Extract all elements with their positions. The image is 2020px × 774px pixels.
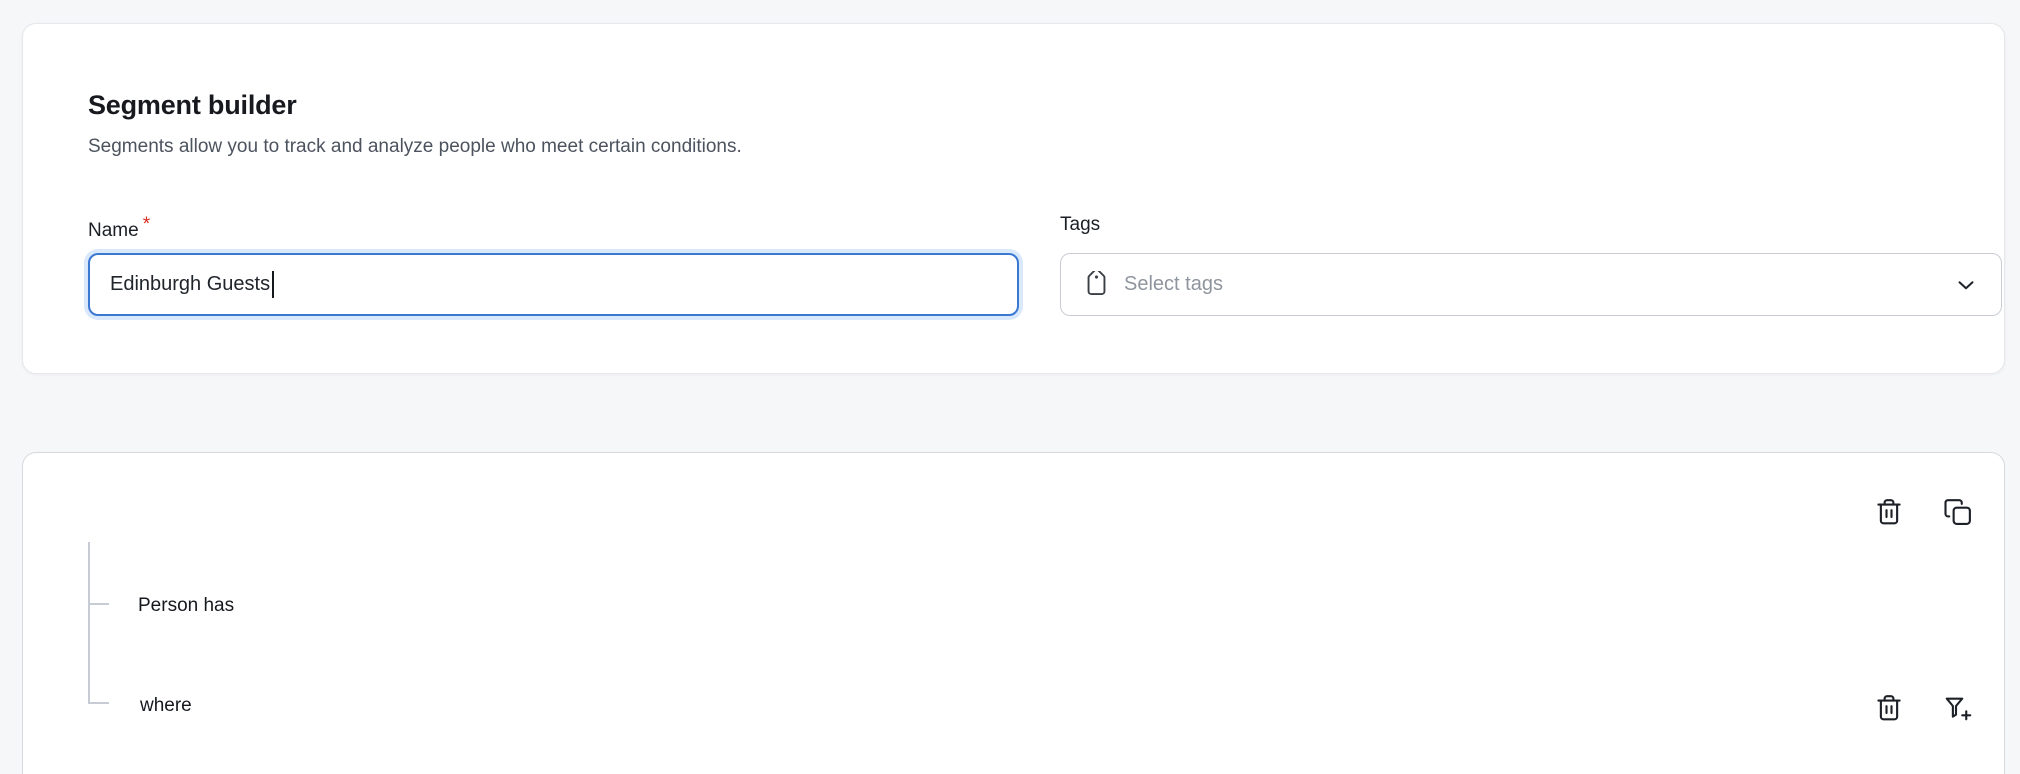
- condition-card: What someone has done (or not done): [22, 452, 2005, 774]
- trash-icon: [1874, 693, 1904, 723]
- tags-select[interactable]: Select tags: [1060, 253, 2002, 316]
- delete-condition-button[interactable]: [1872, 495, 1906, 529]
- name-label: Name*: [88, 214, 150, 242]
- event-row-prefix: Person has: [138, 595, 234, 617]
- required-asterisk: *: [143, 214, 150, 235]
- segment-builder-page: Segment builder Segments allow you to tr…: [0, 0, 2020, 774]
- add-filter-button[interactable]: [1941, 691, 1975, 725]
- delete-filter-button[interactable]: [1872, 691, 1906, 725]
- filter-plus-icon: [1943, 693, 1973, 723]
- segment-details-card: Segment builder Segments allow you to tr…: [22, 23, 2005, 374]
- chevron-down-icon: [1953, 272, 1979, 298]
- tree-connector-tick: [88, 603, 109, 605]
- trash-icon: [1874, 497, 1904, 527]
- copy-icon: [1943, 497, 1973, 527]
- tags-label: Tags: [1060, 214, 1100, 236]
- duplicate-condition-button[interactable]: [1941, 495, 1975, 529]
- tags-placeholder: Select tags: [1124, 273, 1941, 296]
- text-caret: [272, 271, 274, 298]
- filter-row-prefix: where: [140, 695, 192, 717]
- segment-name-input[interactable]: Edinburgh Guests: [88, 253, 1019, 316]
- page-title: Segment builder: [88, 90, 297, 121]
- tag-icon: [1083, 271, 1110, 298]
- segment-name-value: Edinburgh Guests: [110, 273, 270, 296]
- page-subtitle: Segments allow you to track and analyze …: [88, 136, 742, 158]
- tree-connector-line: [88, 542, 90, 704]
- tree-connector-elbow: [88, 702, 109, 704]
